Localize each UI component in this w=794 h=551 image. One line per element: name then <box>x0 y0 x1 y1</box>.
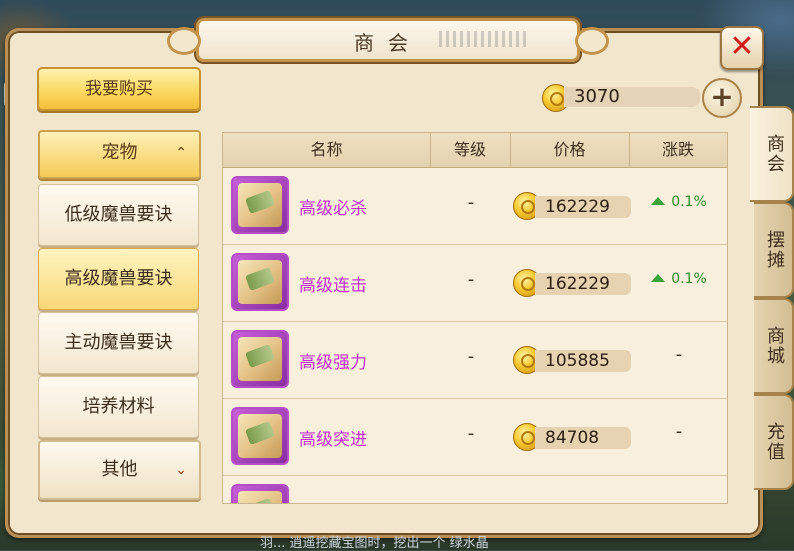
skill-scroll-icon <box>231 484 289 503</box>
item-level: - <box>467 269 475 290</box>
skill-scroll-icon <box>231 330 289 388</box>
tab-stall[interactable]: 摆摊 <box>754 202 794 298</box>
buy-button[interactable]: 我要购买 <box>37 67 201 111</box>
price-value: 105885 <box>535 350 631 372</box>
green-up-arrow-icon <box>651 274 666 282</box>
skill-scroll-icon <box>231 407 289 465</box>
plus-icon: + <box>710 80 734 113</box>
item-level: - <box>467 423 475 444</box>
table-row[interactable]: 高级突进 - 84708 - <box>223 399 727 476</box>
column-change-header: 涨跌 <box>661 140 694 159</box>
skill-scroll-icon <box>231 253 289 311</box>
table-row[interactable]: 高级连击 - 162229 0.1% <box>223 245 727 322</box>
table-row-partial[interactable] <box>223 476 727 503</box>
item-price: 162229 <box>513 269 633 297</box>
title-bar: 商会 <box>167 18 609 62</box>
item-price: 84708 <box>513 423 633 451</box>
tab-mall[interactable]: 商城 <box>754 298 794 394</box>
tab-trade-guild[interactable]: 商会 <box>750 106 794 202</box>
add-currency-button[interactable]: + <box>702 78 742 118</box>
category-pet-header[interactable]: 宠物 ⌃ <box>38 130 201 179</box>
item-change: - <box>675 421 683 442</box>
item-name: 高级必杀 <box>299 199 367 219</box>
column-price-header: 价格 <box>510 133 630 167</box>
item-change: 0.1% <box>635 271 723 287</box>
item-change: 0.1% <box>635 194 723 210</box>
category-item-low-skill[interactable]: 低级魔兽要诀 <box>38 184 199 246</box>
item-name: 高级强力 <box>299 353 367 373</box>
item-name: 高级连击 <box>299 276 367 296</box>
tab-recharge[interactable]: 充值 <box>754 394 794 490</box>
price-value: 162229 <box>535 196 631 218</box>
price-value: 84708 <box>535 427 631 449</box>
chevron-up-icon: ⌃ <box>175 145 187 161</box>
green-up-arrow-icon <box>651 197 666 205</box>
close-icon: ✕ <box>729 29 755 64</box>
item-price: 162229 <box>513 192 633 220</box>
price-value: 162229 <box>535 273 631 295</box>
category-item-materials[interactable]: 培养材料 <box>38 376 199 438</box>
category-other[interactable]: 其他 ⌄ <box>38 440 201 500</box>
currency-balance: 3070 <box>542 84 702 112</box>
change-value: 0.1% <box>671 271 707 287</box>
item-change: - <box>675 344 683 365</box>
column-name-header: 名称 <box>223 133 431 167</box>
item-level: - <box>467 346 475 367</box>
table-header: 名称 等级 价格 涨跌 <box>223 133 727 168</box>
item-table[interactable]: 名称 等级 价格 涨跌 高级必杀 - 162229 0.1% 高级连击 - 16… <box>222 132 728 504</box>
category-item-high-skill[interactable]: 高级魔兽要诀 <box>38 248 199 310</box>
item-price: 105885 <box>513 346 633 374</box>
close-button[interactable]: ✕ <box>720 26 764 70</box>
page-title: 商会 <box>354 31 422 55</box>
table-row[interactable]: 高级强力 - 105885 - <box>223 322 727 399</box>
column-level-header: 等级 <box>430 133 511 167</box>
chevron-down-icon: ⌄ <box>175 462 187 478</box>
item-name: 高级突进 <box>299 430 367 450</box>
table-row[interactable]: 高级必杀 - 162229 0.1% <box>223 168 727 245</box>
change-value: 0.1% <box>671 194 707 210</box>
skill-scroll-icon <box>231 176 289 234</box>
balance-value: 3070 <box>564 87 700 107</box>
item-level: - <box>467 192 475 213</box>
category-item-active-skill[interactable]: 主动魔兽要诀 <box>38 312 199 374</box>
chat-message: 羽... 逍遥挖藏宝图时，挖出一个 绿水晶 <box>260 536 489 551</box>
